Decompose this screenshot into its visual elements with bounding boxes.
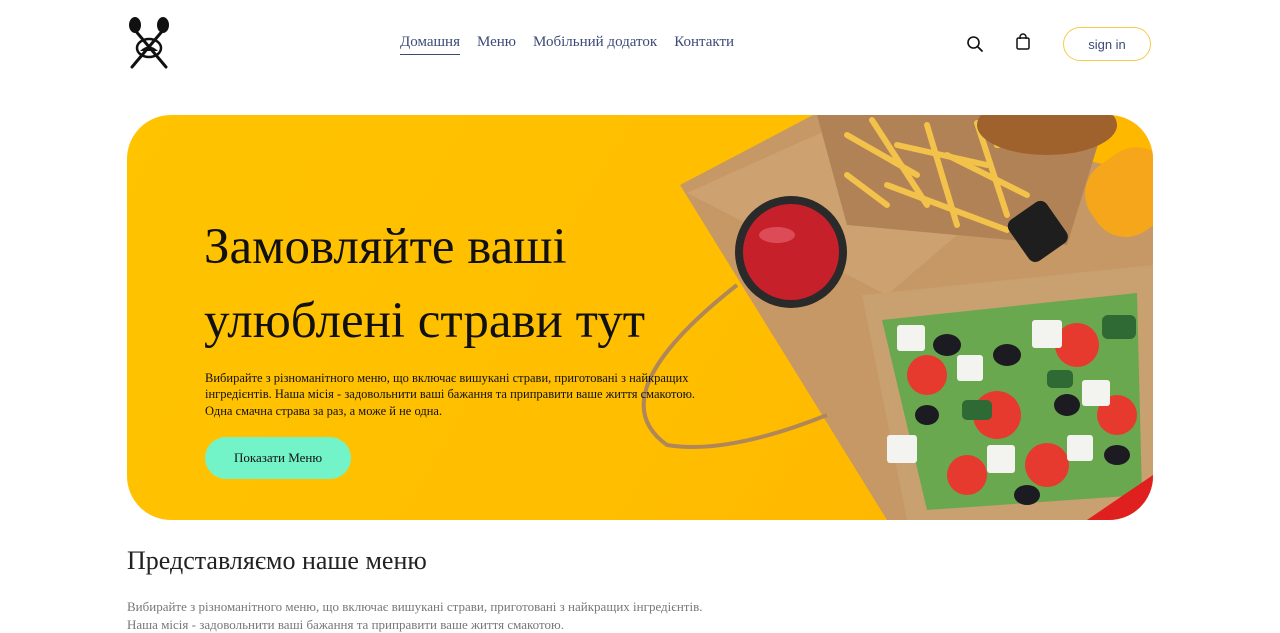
menu-section-description: Вибирайте з різноманітного меню, що вклю… (127, 598, 827, 633)
shopping-bag-icon[interactable] (1014, 33, 1032, 51)
nav-item-menu[interactable]: Меню (477, 34, 516, 55)
show-menu-button[interactable]: Показати Меню (205, 437, 351, 479)
page: Домашня Меню Мобільний додаток Контакти … (0, 0, 1280, 633)
logo-icon[interactable] (126, 15, 172, 71)
menu-description-line-2: Наша місія - задовольнити ваші бажання т… (127, 616, 564, 632)
hero-title-line-1: Замовляйте ваші (204, 219, 567, 275)
menu-section-title: Представляємо наше меню (127, 546, 427, 575)
nav-item-contacts[interactable]: Контакти (674, 34, 734, 55)
hero-description: Вибирайте з різноманітного меню, що вклю… (205, 371, 696, 418)
nav-item-mobile-app[interactable]: Мобільний додаток (533, 34, 657, 55)
nav-item-home[interactable]: Домашня (400, 34, 460, 55)
hero-banner: Замовляйте ваші улюблені страви тут Виби… (127, 115, 1153, 520)
menu-description-line-1: Вибирайте з різноманітного меню, що вклю… (127, 599, 703, 614)
hero-title: Замовляйте ваші улюблені страви тут (204, 211, 764, 359)
hero-title-line-2: улюблені страви тут (204, 292, 645, 349)
main-nav: Домашня Меню Мобільний додаток Контакти (400, 34, 734, 55)
search-icon[interactable] (966, 35, 984, 53)
sign-in-button[interactable]: sign in (1063, 27, 1151, 61)
